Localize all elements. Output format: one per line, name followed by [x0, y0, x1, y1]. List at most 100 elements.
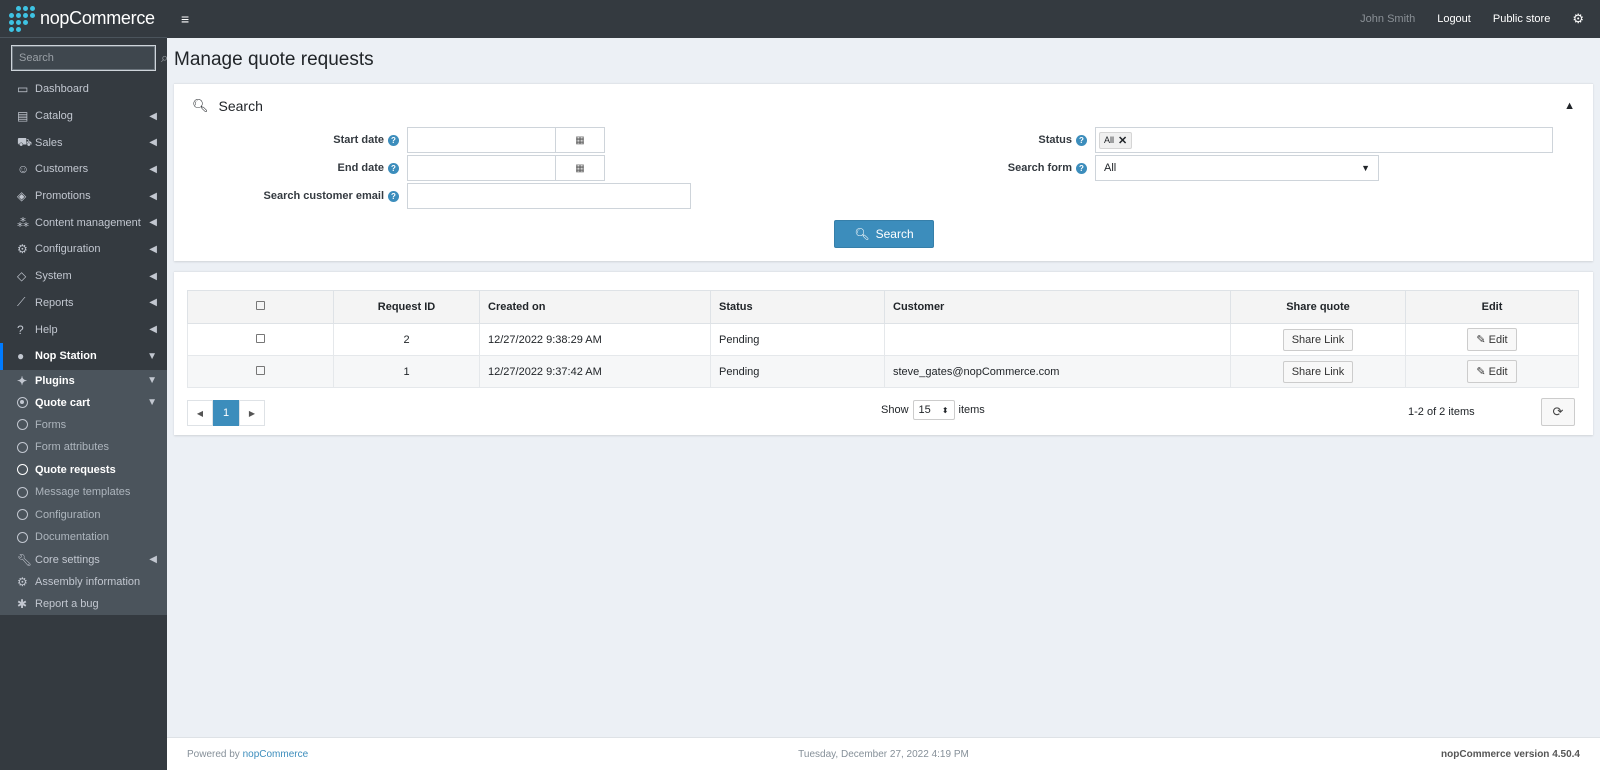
sidebar-item-reports[interactable]: ⟋ Reports ◀: [0, 290, 167, 317]
chevron-left-icon: ◀: [149, 243, 157, 255]
next-page-icon[interactable]: ▶: [239, 400, 265, 426]
edit-cell: ✎ Edit: [1405, 323, 1579, 356]
circle-outline-icon: [17, 486, 28, 498]
email-label: Search customer email?: [207, 190, 407, 202]
sidebar-item-quote-cart[interactable]: Quote cart ▼: [0, 391, 167, 414]
page-number[interactable]: 1: [213, 400, 239, 426]
footer: Powered by nopCommerce Tuesday, December…: [167, 737, 1600, 770]
chevron-left-icon: ◀: [149, 324, 157, 336]
sidebar-item-catalog[interactable]: ▤ Catalog ◀: [0, 103, 167, 130]
prev-page-icon[interactable]: ◀: [187, 400, 213, 426]
column-created-on[interactable]: Created on: [479, 290, 711, 324]
sidebar-item-promotions[interactable]: ◈ Promotions ◀: [0, 183, 167, 210]
pencil-icon: ✎: [1476, 334, 1486, 346]
hamburger-menu-icon[interactable]: ≡: [181, 11, 189, 27]
help-icon[interactable]: ?: [1076, 162, 1087, 174]
sidebar-item-nop-station[interactable]: ● Nop Station ▼: [0, 342, 167, 370]
gears-icon: ⚙: [17, 242, 28, 257]
top-navbar: ≡ John Smith Logout Public store ⚙: [167, 0, 1600, 38]
line-chart-icon: ⟋: [17, 295, 26, 310]
sidebar-item-forms[interactable]: Forms: [0, 413, 167, 437]
search-form-select[interactable]: All ▼: [1095, 155, 1379, 181]
select-all-checkbox[interactable]: [256, 301, 265, 310]
sidebar-item-report-a-bug[interactable]: ✱ Report a bug: [0, 592, 167, 615]
status-multiselect[interactable]: All ✕: [1095, 127, 1553, 153]
help-icon[interactable]: ?: [1076, 134, 1087, 146]
edit-button[interactable]: ✎ Edit: [1467, 328, 1517, 351]
calendar-icon[interactable]: ▦: [556, 156, 604, 180]
public-store-link[interactable]: Public store: [1493, 13, 1550, 25]
search-panel-title: Search: [218, 98, 263, 114]
row-checkbox[interactable]: [256, 365, 265, 375]
gears-icon[interactable]: ⚙: [1572, 11, 1584, 27]
page-size-control: Show 15 ⬍ items: [881, 400, 985, 420]
pagination: ◀ 1 ▶: [187, 400, 265, 426]
share-link-button[interactable]: Share Link: [1282, 360, 1354, 383]
sidebar-item-assembly-information[interactable]: ⚙ Assembly information: [0, 570, 167, 593]
page-size-select[interactable]: 15 ⬍: [912, 400, 955, 420]
select-all-header: [187, 290, 334, 324]
row-checkbox[interactable]: [256, 333, 265, 343]
column-status[interactable]: Status: [710, 290, 885, 324]
sidebar-item-help[interactable]: ? Help ◀: [0, 316, 167, 343]
column-customer[interactable]: Customer: [884, 290, 1231, 324]
end-date-label: End date?: [207, 162, 407, 174]
chevron-down-icon: ▼: [147, 397, 157, 409]
created-on-cell: 12/27/2022 9:37:42 AM: [479, 355, 711, 388]
sidebar-item-configuration[interactable]: ⚙ Configuration ◀: [0, 236, 167, 263]
powered-by: Powered by nopCommerce: [187, 748, 309, 760]
show-label: Show: [881, 404, 909, 416]
circle-outline-icon: [17, 531, 28, 543]
bug-icon: ✱: [17, 596, 28, 611]
start-date-input[interactable]: [408, 128, 556, 152]
sidebar-item-system[interactable]: ◇ System ◀: [0, 263, 167, 290]
sidebar-search-input[interactable]: [19, 52, 161, 64]
help-icon[interactable]: ?: [388, 162, 399, 174]
sidebar-item-quote-configuration[interactable]: Configuration: [0, 503, 167, 527]
chevron-up-icon[interactable]: ▲: [1564, 100, 1575, 112]
sidebar-item-core-settings[interactable]: 🔧︎ Core settings ◀: [0, 548, 167, 571]
start-date-label: Start date?: [207, 134, 407, 146]
sidebar-item-form-attributes[interactable]: Form attributes: [0, 436, 167, 459]
customer-cell: [884, 323, 1231, 356]
help-icon[interactable]: ?: [388, 190, 399, 202]
row-select-cell: [187, 355, 334, 388]
sidebar-item-sales[interactable]: ⛟ Sales ◀: [0, 129, 167, 156]
close-icon[interactable]: ✕: [1118, 134, 1127, 147]
sidebar-item-documentation[interactable]: Documentation: [0, 526, 167, 549]
status-cell: Pending: [710, 355, 885, 388]
cart-icon: ⛟: [17, 134, 33, 149]
sidebar-item-dashboard[interactable]: ▭ Dashboard: [0, 76, 167, 103]
sidebar-item-quote-requests[interactable]: Quote requests: [0, 458, 167, 482]
request-id-cell: 1: [333, 355, 480, 388]
sidebar-item-customers[interactable]: ☺ Customers ◀: [0, 156, 167, 183]
table-row: 2 12/27/2022 9:38:29 AM Pending Share Li…: [187, 323, 1579, 356]
status-cell: Pending: [710, 323, 885, 356]
search-panel-header[interactable]: 🔍︎ Search ▲: [174, 84, 1593, 128]
share-link-button[interactable]: Share Link: [1282, 328, 1354, 351]
brand[interactable]: nopCommerce: [0, 0, 167, 38]
start-date-picker: ▦: [407, 127, 605, 153]
sidebar-search: ⌕: [12, 46, 168, 70]
created-on-cell: 12/27/2022 9:38:29 AM: [479, 323, 711, 356]
end-date-input[interactable]: [408, 156, 556, 180]
sidebar-item-plugins[interactable]: ✦ Plugins ▼: [0, 369, 167, 392]
edit-button[interactable]: ✎ Edit: [1467, 360, 1517, 383]
puzzle-icon: ✦: [17, 373, 28, 388]
nopcommerce-link[interactable]: nopCommerce: [243, 749, 309, 760]
sidebar-item-message-templates[interactable]: Message templates: [0, 481, 167, 504]
search-button[interactable]: 🔍︎ Search: [834, 220, 934, 248]
calendar-icon[interactable]: ▦: [556, 128, 604, 152]
refresh-button[interactable]: ⟳: [1541, 398, 1575, 426]
chevron-down-icon: ▼: [147, 350, 157, 362]
circle-outline-icon: [17, 509, 28, 521]
table-header-row: Request ID Created on Status Customer Sh…: [187, 290, 1579, 324]
help-icon[interactable]: ?: [388, 134, 399, 146]
logout-link[interactable]: Logout: [1437, 13, 1471, 25]
column-request-id[interactable]: Request ID: [333, 290, 480, 324]
current-user: John Smith: [1360, 13, 1416, 25]
search-form-label: Search form?: [895, 162, 1095, 174]
chevron-left-icon: ◀: [149, 554, 157, 566]
customer-email-input[interactable]: [407, 183, 691, 209]
sidebar-item-content-management[interactable]: ⁂ Content management ◀: [0, 209, 167, 236]
